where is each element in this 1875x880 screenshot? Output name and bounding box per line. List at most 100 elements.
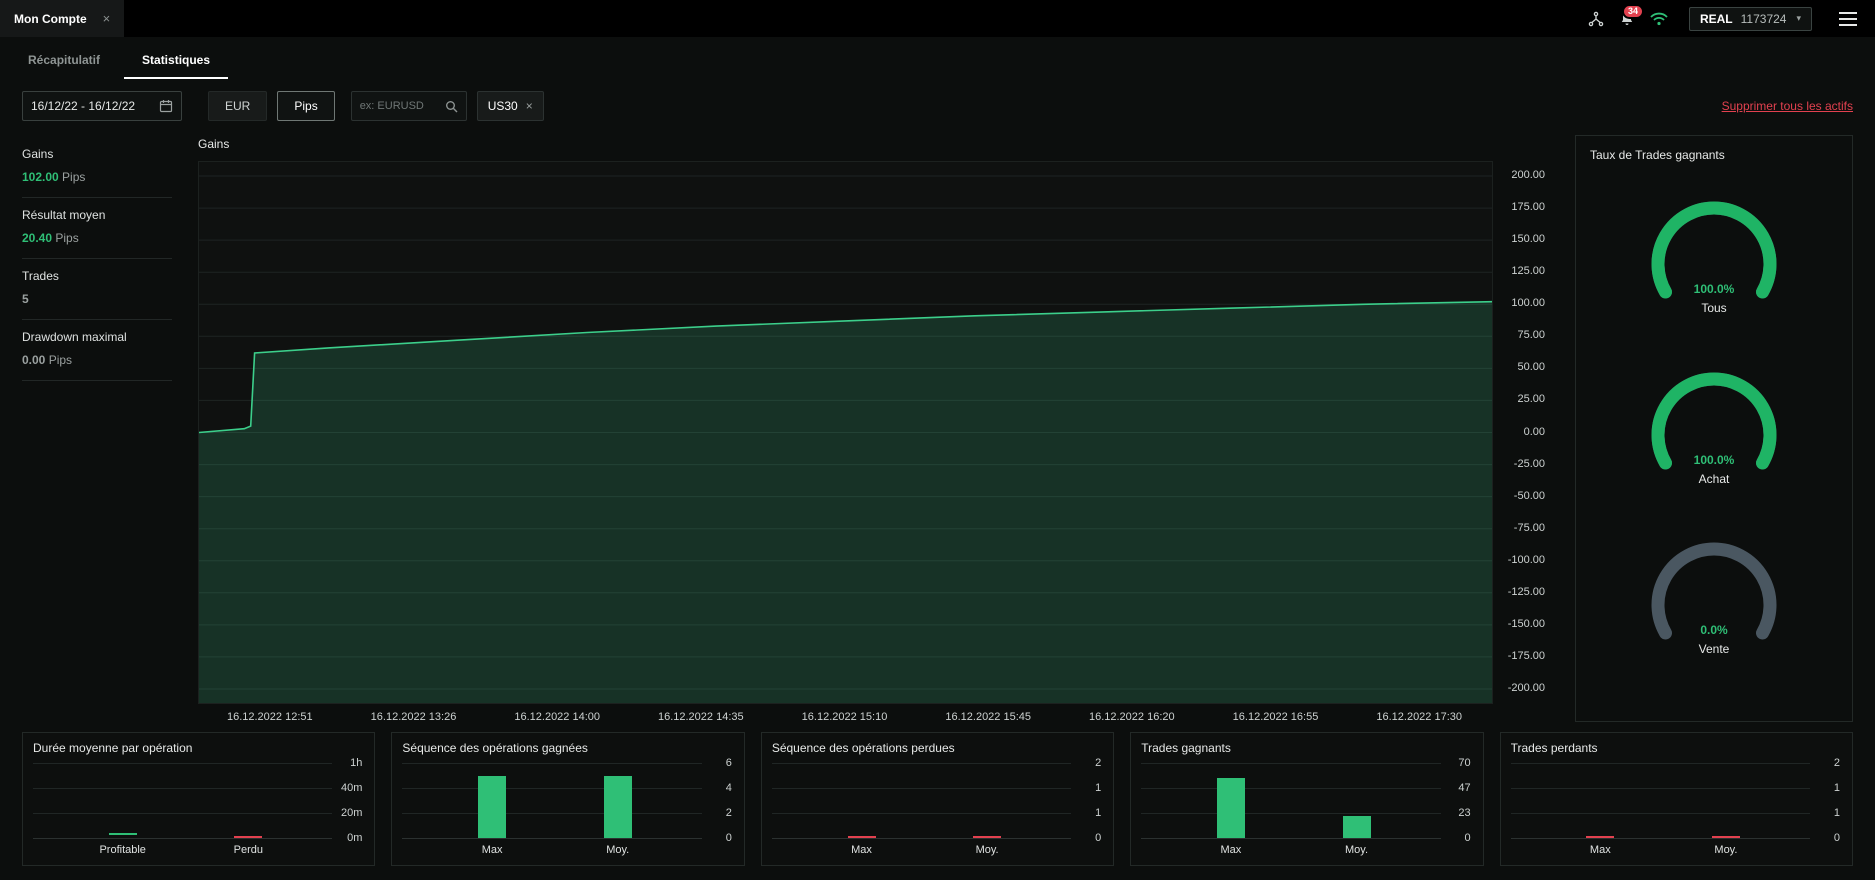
y-axis-label: -200.00 <box>1507 682 1545 694</box>
chevron-down-icon: ▾ <box>1796 13 1801 23</box>
panel-winning-trades: Trades gagnants Max Moy. 70 47 23 0 <box>1130 732 1484 866</box>
gauge-tous: 100.0% Tous <box>1639 198 1789 332</box>
bar-Moy. <box>973 835 1002 838</box>
bar-Max <box>1216 778 1245 838</box>
remove-all-assets-link[interactable]: Supprimer tous les actifs <box>1722 99 1853 113</box>
gains-area-chart <box>198 161 1493 704</box>
win-rate-panel: Taux de Trades gagnants 100.0% Tous 100.… <box>1575 135 1853 722</box>
mini-category-label: Moy. <box>1345 844 1369 856</box>
x-axis-label: 16.12.2022 13:26 <box>370 711 457 723</box>
mini-y-label: 0 <box>1095 832 1102 844</box>
mini-y-label: 1 <box>1095 807 1102 819</box>
notifications-bell-icon[interactable]: 34 <box>1619 3 1644 27</box>
x-axis-label: 16.12.2022 14:35 <box>657 711 744 723</box>
tab-statistiques[interactable]: Statistiques <box>124 45 229 79</box>
x-axis-label: 16.12.2022 16:55 <box>1232 711 1319 723</box>
menu-icon[interactable] <box>1839 11 1857 26</box>
mini-category-label: Max <box>851 844 872 856</box>
mini-bar-chart: Profitable Perdu 1h 40m 20m 0m <box>33 757 364 859</box>
mini-y-label: 2 <box>725 807 732 819</box>
currency-eur-button[interactable]: EUR <box>208 91 268 121</box>
mini-y-label: 2 <box>1095 757 1102 769</box>
mini-y-label: 1 <box>1833 807 1841 819</box>
x-axis-label: 16.12.2022 15:45 <box>945 711 1032 723</box>
stat-label: Gains <box>22 147 54 161</box>
panel-title: Trades perdants <box>1510 741 1598 755</box>
filter-bar: 16/12/22 - 16/12/22 EUR Pips US30 × Supp… <box>0 79 1875 133</box>
remove-asset-icon[interactable]: × <box>526 99 533 113</box>
y-axis-label: 200.00 <box>1511 169 1545 181</box>
stat-label: Résultat moyen <box>22 208 106 222</box>
mini-category-label: Moy. <box>606 844 630 856</box>
mini-y-label: 1h <box>350 757 363 769</box>
bar-Moy. <box>1342 816 1371 838</box>
account-selector[interactable]: REAL 1173724 ▾ <box>1688 6 1812 31</box>
x-axis-label: 16.12.2022 14:00 <box>514 711 601 723</box>
mini-y-label: 70 <box>1458 757 1471 769</box>
gauge-value: 100.0% <box>1693 282 1735 297</box>
mini-category-label: Profitable <box>99 844 146 856</box>
stat-resultat-moyen: Résultat moyen 20.40 Pips <box>22 198 172 259</box>
y-axis-label: -50.00 <box>1513 489 1545 502</box>
gauge-value: 0.0% <box>1700 622 1728 637</box>
asset-chip-us30[interactable]: US30 × <box>476 91 544 121</box>
mini-y-label: 2 <box>1833 757 1841 769</box>
wifi-status-icon[interactable] <box>1650 12 1668 26</box>
y-axis-label: 175.00 <box>1511 201 1545 214</box>
bar-Perdu <box>234 835 263 838</box>
mini-category-label: Moy. <box>1714 844 1738 856</box>
summary-stats: Gains 102.00 Pips Résultat moyen 20.40 P… <box>22 133 172 728</box>
gauge-label: Vente <box>1698 641 1730 656</box>
mini-y-label: 47 <box>1458 782 1471 794</box>
tab-recapitulatif[interactable]: Récapitulatif <box>10 45 118 79</box>
mini-category-label: Max <box>481 844 503 856</box>
gauge-value: 100.0% <box>1693 452 1735 467</box>
account-type: REAL <box>1699 11 1733 26</box>
mini-category-label: Moy. <box>975 844 999 856</box>
panel-average-duration: Durée moyenne par opération Profitable Pe… <box>22 732 376 866</box>
search-icon <box>445 100 458 112</box>
symbol-search-input[interactable] <box>359 100 445 112</box>
stat-value: 102.00 <box>22 170 59 184</box>
stat-value: 5 <box>22 292 29 306</box>
y-axis-label: -75.00 <box>1513 521 1545 534</box>
top-bar: Mon Compte × 34 REAL 1173724 ▾ <box>0 0 1875 37</box>
mini-y-label: 23 <box>1458 807 1471 819</box>
account-tab[interactable]: Mon Compte × <box>0 0 125 37</box>
calendar-icon <box>159 100 173 113</box>
tab-close-icon[interactable]: × <box>103 11 111 26</box>
gauge-label: Achat <box>1698 471 1730 486</box>
stat-gains: Gains 102.00 Pips <box>22 137 172 198</box>
panel-title: Durée moyenne par opération <box>33 741 193 755</box>
mini-y-label: 1 <box>1095 782 1102 794</box>
panel-title: Séquence des opérations gagnées <box>402 741 588 755</box>
stat-value: 0.00 <box>22 353 46 367</box>
asset-chip-label: US30 <box>487 99 518 113</box>
symbol-search[interactable] <box>350 91 467 121</box>
date-range-value: 16/12/22 - 16/12/22 <box>31 99 136 113</box>
y-axis-label: -25.00 <box>1513 457 1545 470</box>
mini-y-label: 0 <box>725 832 732 844</box>
mini-y-label: 0m <box>347 832 363 844</box>
stat-label: Drawdown maximal <box>22 330 127 344</box>
date-range-input[interactable]: 16/12/22 - 16/12/22 <box>22 91 182 121</box>
mini-bar-chart: Max Moy. 70 47 23 0 <box>1141 757 1472 859</box>
unit-pips-button[interactable]: Pips <box>277 91 335 121</box>
bar-Max <box>847 835 876 838</box>
mini-y-label: 6 <box>725 757 732 769</box>
x-axis-label: 16.12.2022 17:30 <box>1376 711 1463 723</box>
panel-title: Séquence des opérations perdues <box>771 741 955 755</box>
y-axis-label: 25.00 <box>1517 393 1545 406</box>
mini-y-label: 40m <box>341 782 363 794</box>
y-axis-label: 100.00 <box>1511 297 1545 310</box>
notifications-badge: 34 <box>1621 3 1644 20</box>
mini-category-label: Max <box>1220 844 1242 856</box>
x-axis-label: 16.12.2022 15:10 <box>801 711 888 723</box>
bar-Moy. <box>1711 835 1740 838</box>
y-axis-label: 50.00 <box>1517 361 1545 374</box>
stat-trades: Trades 5 <box>22 259 172 320</box>
stat-unit: Pips <box>48 353 73 367</box>
bar-Max <box>478 775 507 838</box>
y-axis: 200.00 175.00 150.00 125.00 100.00 75.00 50.00… <box>1493 161 1549 728</box>
connection-icon[interactable] <box>1588 11 1604 27</box>
